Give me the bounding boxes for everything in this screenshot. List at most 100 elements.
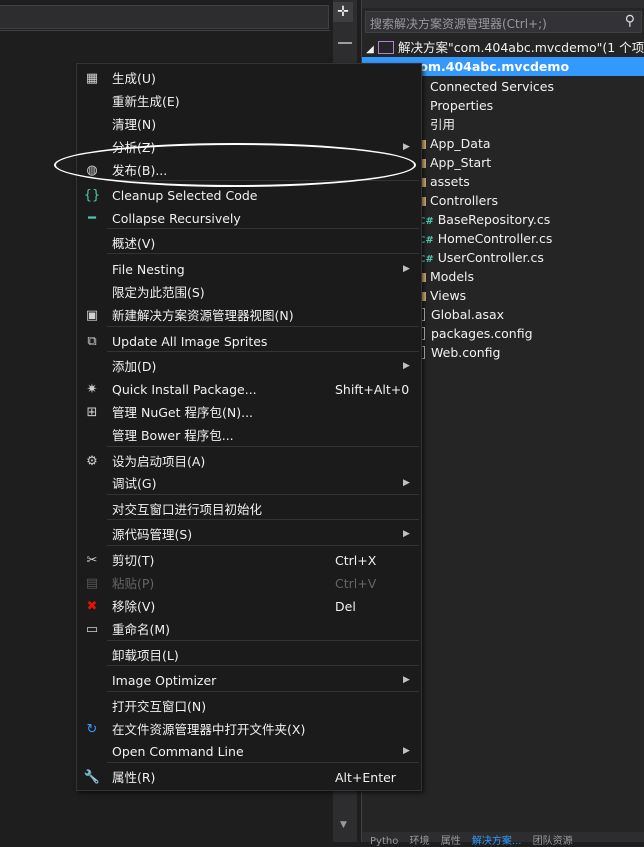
menu-item-label: 移除(V) <box>112 599 156 614</box>
menu-item-label: Update All Image Sprites <box>112 334 268 349</box>
submenu-arrow-icon: ▶ <box>403 746 410 756</box>
tree-item-label: Connected Services <box>430 79 554 94</box>
menu-item[interactable]: ▣ 新建解决方案资源管理器视图(N) <box>77 304 421 327</box>
tree-item-label: Controllers <box>430 193 498 208</box>
menu-item[interactable]: 对交互窗口进行项目初始化 <box>77 498 421 521</box>
menu-item[interactable]: ⊞ 管理 NuGet 程序包(N)... <box>77 401 421 424</box>
submenu-arrow-icon: ▶ <box>403 142 410 152</box>
solution-root-label: 解决方案"com.404abc.mvcdemo"(1 个项目) <box>398 40 644 55</box>
tree-item-label: App_Data <box>430 136 491 151</box>
tree-item-label: packages.config <box>431 326 533 341</box>
split-editor-icon[interactable]: ✛ <box>333 2 353 22</box>
tree-item-label: HomeController.cs <box>437 231 553 246</box>
menu-item-label: 卸载项目(L) <box>112 648 179 663</box>
paste-icon: ▤ <box>85 576 99 591</box>
highlight-ellipse <box>54 143 416 187</box>
submenu-arrow-icon: ▶ <box>403 361 410 371</box>
search-placeholder: 搜索解决方案资源管理器(Ctrl+;) <box>370 17 547 31</box>
menu-item-label: 在文件资源管理器中打开文件夹(X) <box>112 722 306 737</box>
refresh-arrow-icon: ↻ <box>86 722 98 737</box>
tree-item-label: App_Start <box>430 155 492 170</box>
menu-item-label: 清理(N) <box>112 117 157 132</box>
menu-item-shortcut: Ctrl+V <box>335 576 377 591</box>
menu-item-label: 重命名(M) <box>112 622 171 637</box>
menu-item-shortcut: Alt+Enter <box>335 770 396 785</box>
menu-item: ▤ 粘贴(P) Ctrl+V <box>77 572 421 595</box>
menu-separator <box>107 253 419 254</box>
menu-item-label: 管理 NuGet 程序包(N)... <box>112 405 254 420</box>
scroll-thumb[interactable] <box>338 42 352 44</box>
tree-item-label: BaseRepository.cs <box>437 212 551 227</box>
menu-item-label: Cleanup Selected Code <box>112 188 258 203</box>
menu-separator <box>107 494 419 495</box>
menu-item-label: 重新生成(E) <box>112 94 180 109</box>
menu-item[interactable]: ━ Collapse Recursively <box>77 207 421 230</box>
menu-item[interactable]: ⧉ Update All Image Sprites <box>77 330 421 353</box>
menu-item[interactable]: ▭ 重命名(M) <box>77 618 421 641</box>
solution-explorer-toolbar <box>362 0 644 8</box>
new-view-icon: ▣ <box>85 308 99 323</box>
menu-separator <box>107 665 419 666</box>
rename-icon: ▭ <box>85 622 99 637</box>
bottom-tab-strip: Pytho 环境 属性 解决方案... 团队资源 <box>362 832 644 847</box>
menu-item-label: Image Optimizer <box>112 673 217 688</box>
menu-item[interactable]: Open Command Line ▶ <box>77 740 421 763</box>
menu-item[interactable]: Image Optimizer ▶ <box>77 669 421 692</box>
build-icon: ▦ <box>85 71 99 86</box>
menu-separator <box>107 446 419 447</box>
menu-item-label: 属性(R) <box>112 770 156 785</box>
menu-item[interactable]: 重新生成(E) <box>77 90 421 113</box>
search-input[interactable]: 搜索解决方案资源管理器(Ctrl+;) ⚲ <box>365 11 642 33</box>
menu-separator <box>107 691 419 692</box>
menu-item-shortcut: Shift+Alt+0 <box>335 382 410 397</box>
menu-item-label: 新建解决方案资源管理器视图(N) <box>112 308 294 323</box>
menu-item-label: Open Command Line <box>112 744 244 759</box>
menu-item-label: 打开交互窗口(N) <box>112 699 207 714</box>
menu-item[interactable]: ✷ Quick Install Package... Shift+Alt+0 <box>77 378 421 401</box>
menu-item[interactable]: ▦ 生成(U) <box>77 67 421 90</box>
remove-x-icon: ✖ <box>86 599 98 614</box>
menu-item[interactable]: ↻ 在文件资源管理器中打开文件夹(X) <box>77 718 421 741</box>
menu-item-label: 管理 Bower 程序包... <box>112 428 234 443</box>
menu-item-label: File Nesting <box>112 262 185 277</box>
menu-item-label: Collapse Recursively <box>112 211 241 226</box>
menu-item[interactable]: ⚙ 设为启动项目(A) <box>77 450 421 473</box>
menu-separator <box>107 519 419 520</box>
tree-item-label: UserController.cs <box>437 250 544 265</box>
menu-separator <box>107 351 419 352</box>
submenu-arrow-icon: ▶ <box>403 478 410 488</box>
tree-item-label: Models <box>430 269 475 284</box>
menu-item-label: 调试(G) <box>112 476 157 491</box>
menu-item[interactable]: 清理(N) <box>77 113 421 136</box>
tree-item-label: Views <box>430 288 467 303</box>
menu-separator <box>107 762 419 763</box>
menu-item[interactable]: 🔧 属性(R) Alt+Enter <box>77 766 421 789</box>
project-label: com.404abc.mvcdemo <box>412 59 570 74</box>
menu-item-shortcut: Del <box>335 599 356 614</box>
divider <box>0 30 330 31</box>
menu-item[interactable]: 添加(D) ▶ <box>77 355 421 378</box>
menu-item[interactable]: 源代码管理(S) ▶ <box>77 523 421 546</box>
tree-item-label: Global.asax <box>431 307 505 322</box>
menu-item-shortcut: Ctrl+X <box>335 553 377 568</box>
menu-item[interactable]: ✖ 移除(V) Del <box>77 595 421 618</box>
solution-root[interactable]: ◢ 解决方案"com.404abc.mvcdemo"(1 个项目) <box>362 38 644 57</box>
scroll-down-icon[interactable]: ▼ <box>340 820 347 830</box>
menu-item[interactable]: 打开交互窗口(N) <box>77 695 421 718</box>
menu-item-label: 设为启动项目(A) <box>112 454 206 469</box>
menu-item[interactable]: ✂ 剪切(T) Ctrl+X <box>77 549 421 572</box>
menu-item-label: 生成(U) <box>112 71 156 86</box>
menu-item[interactable]: 概述(V) <box>77 232 421 255</box>
menu-separator <box>107 326 419 327</box>
menu-item[interactable]: 限定为此范围(S) <box>77 281 421 304</box>
menu-item[interactable]: {} Cleanup Selected Code <box>77 184 421 207</box>
menu-item[interactable]: 调试(G) ▶ <box>77 472 421 495</box>
submenu-arrow-icon: ▶ <box>403 529 410 539</box>
menu-item[interactable]: 卸载项目(L) <box>77 644 421 667</box>
gear-icon: ⚙ <box>86 454 98 469</box>
braces-icon: {} <box>83 188 101 203</box>
menu-item[interactable]: File Nesting ▶ <box>77 258 421 281</box>
menu-item[interactable]: 管理 Bower 程序包... <box>77 424 421 447</box>
scissors-icon: ✂ <box>86 553 98 568</box>
search-icon[interactable]: ⚲ <box>625 13 635 29</box>
